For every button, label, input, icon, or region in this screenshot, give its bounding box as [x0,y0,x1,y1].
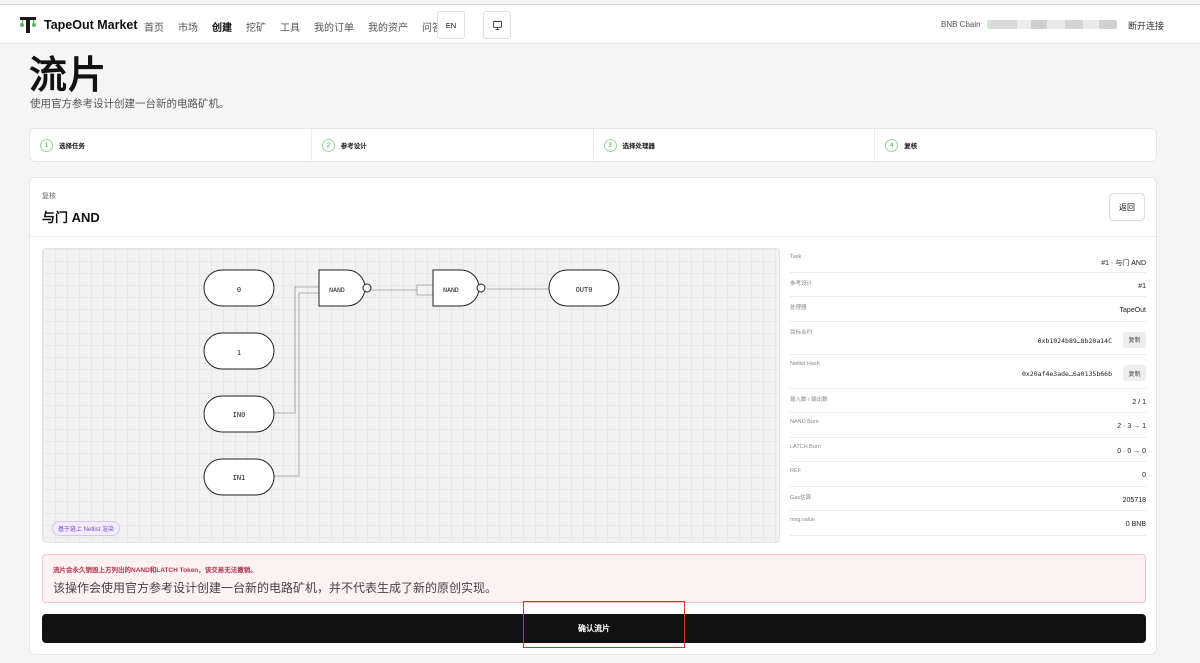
wire-in1-to-nand1 [274,292,319,477]
step-label: 选择处理器 [622,143,656,150]
detail-key: 参考设计 [790,280,813,287]
detail-key: msg.value [790,517,816,523]
nav-item-mining[interactable]: 挖矿 [246,19,266,34]
nand-gate-label: NAND [329,286,345,294]
nav-item-home[interactable]: 首页 [144,19,164,34]
detail-row-netlist-hash: Netlist Hash 0x20af4e3ade…6a0135b66b 复制 [790,355,1146,389]
io-node[interactable]: 0 [203,269,275,307]
io-node-label: IN1 [233,474,246,482]
step-review[interactable]: 4 复核 [875,129,1156,161]
detail-row-ref: REF 0 [790,462,1146,487]
detail-value: 2 · 3 → 1 [1117,423,1146,430]
detail-row-msg-value: msg.value 0 BNB [790,511,1146,536]
brand-name[interactable]: TapeOut Market [44,18,138,32]
detail-value: 0 · 0 → 0 [1117,447,1146,455]
divider [30,236,1156,237]
detail-key: LATCH Burn [790,443,821,450]
step-select-processor[interactable]: 3 选择处理器 [594,129,876,161]
detail-value: 2 / 1 [1132,398,1146,406]
contract-address: 0xb1024b89…8b20a14C [1037,336,1112,345]
detail-row-gas: Gas估算 205718 [790,487,1146,511]
review-card: 复核 与门 AND 返回 0 1 IN0 IN1 NAND NAND OUT0 … [29,177,1157,655]
detail-row-reference: 参考设计 #1 [790,273,1146,297]
copy-contract-button[interactable]: 复制 [1123,331,1146,348]
detail-key: NAND Burn [790,419,819,425]
disconnect-button[interactable]: 断开连接 [1128,19,1164,32]
io-node[interactable]: OUT0 [548,269,620,307]
monitor-icon [492,20,502,30]
wire-nand1-to-nand2b [416,290,433,296]
io-node-label: 1 [237,349,241,357]
io-node-label: OUT0 [576,286,593,294]
wire-in0-to-nand1 [274,286,319,414]
detail-key: 输入数 / 输出数 [790,396,828,403]
io-node[interactable]: IN0 [203,395,275,433]
main-nav: 首页 市场 创建 挖矿 工具 我的订单 我的资产 问答 [144,19,456,34]
detail-row-io-count: 输入数 / 输出数 2 / 1 [790,389,1146,413]
io-node[interactable]: IN1 [203,458,275,496]
detail-key: 目标合约 [790,329,813,336]
step-reference-design[interactable]: 2 参考设计 [312,129,594,161]
detail-row-nand-burn: NAND Burn 2 · 3 → 1 [790,413,1146,438]
review-kicker: 复核 [42,193,56,200]
step-number: 4 [885,138,899,152]
detail-value: 205718 [1122,496,1146,504]
task-title: 与门 AND [42,210,100,225]
detail-row-contract: 目标合约 0xb1024b89…8b20a14C 复制 [790,322,1146,355]
io-node-label: 0 [237,286,241,294]
detail-key: Task [790,254,802,260]
page-subtitle: 使用官方参考设计创建一台新的电路矿机。 [30,98,230,110]
details-panel: Task #1 · 与门 AND 参考设计 #1 处理器 TapeOut 目标合… [790,248,1146,536]
nav-item-create[interactable]: 创建 [212,19,232,34]
chain-label: BNB Chain [941,20,981,29]
nand-gate-label: NAND [443,286,459,294]
step-select-task[interactable]: 1 选择任务 [30,129,312,161]
wire-nand1-to-nand2a [371,284,433,291]
page-title: 流片 [29,55,108,97]
circuit-canvas[interactable]: 0 1 IN0 IN1 NAND NAND OUT0 基于链上 Netlist … [42,248,780,543]
detail-value: #1 · 与门 AND [1101,260,1146,267]
nav-item-tools[interactable]: 工具 [280,19,300,34]
netlist-hash: 0x20af4e3ade…6a0135b66b [1021,370,1112,378]
step-label: 复核 [904,143,918,150]
language-toggle-button[interactable]: EN [437,11,465,39]
stepper: 1 选择任务 2 参考设计 3 选择处理器 4 复核 [29,128,1157,162]
wires [274,284,549,477]
nav-item-my-orders[interactable]: 我的订单 [314,19,354,34]
step-label: 参考设计 [340,143,367,150]
io-node-label: IN0 [233,411,246,419]
detail-value: 0 BNB [1125,521,1146,528]
detail-value: TapeOut [1119,307,1146,314]
tapeout-logo-icon [20,17,36,33]
detail-row-processor: 处理器 TapeOut [790,297,1146,322]
nav-item-my-assets[interactable]: 我的资产 [368,19,408,34]
nand-gate[interactable]: NAND [432,269,486,307]
detail-row-task: Task #1 · 与门 AND [790,248,1146,273]
circuit-diagram: 0 1 IN0 IN1 NAND NAND OUT0 [203,269,620,496]
detail-row-latch-burn: LATCH Burn 0 · 0 → 0 [790,438,1146,462]
io-node[interactable]: 1 [203,332,275,370]
detail-key: Netlist Hash [790,361,820,367]
warning-title: 流片会永久销毁上方列出的NAND和LATCH Token，该交易无法撤销。 [53,567,257,574]
confirm-tapeout-button[interactable]: 确认流片 [42,614,1146,643]
copy-hash-button[interactable]: 复制 [1123,365,1146,381]
step-label: 选择任务 [59,143,85,150]
nand-gate[interactable]: NAND [318,269,372,307]
detail-value: 0 [1142,472,1146,479]
wallet-address-redacted [987,20,1117,29]
step-number: 3 [603,138,617,152]
detail-key: Gas估算 [790,494,812,501]
step-number: 2 [321,138,335,152]
top-bar: TapeOut Market 首页 市场 创建 挖矿 工具 我的订单 我的资产 … [0,4,1200,44]
detail-key: REF [790,468,801,474]
warning-body: 该操作会使用官方参考设计创建一台新的电路矿机，并不代表生成了新的原创实现。 [53,581,498,595]
display-mode-button[interactable] [483,11,511,39]
step-number: 1 [40,138,53,152]
nav-item-market[interactable]: 市场 [178,19,198,34]
back-button[interactable]: 返回 [1109,193,1145,221]
netlist-render-badge: 基于链上 Netlist 渲染 [52,521,121,536]
detail-key: 处理器 [790,305,807,311]
detail-value: #1 [1138,282,1146,290]
irreversible-warning: 流片会永久销毁上方列出的NAND和LATCH Token，该交易无法撤销。 该操… [42,554,1146,603]
